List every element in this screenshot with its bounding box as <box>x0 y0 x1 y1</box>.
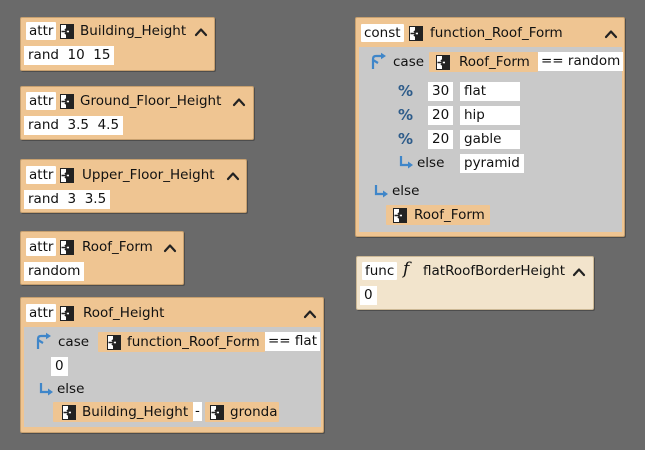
reference-icon <box>393 208 407 223</box>
case-block: case function_Roof_Form == flat 0 else B… <box>24 327 321 427</box>
reference-icon <box>107 335 121 350</box>
collapse-caret-icon[interactable] <box>232 96 246 108</box>
else-reference-name: Roof_Form <box>414 207 485 223</box>
reference-icon <box>60 240 74 255</box>
node-keyword: const <box>361 24 404 42</box>
case-arrow-icon <box>35 332 53 350</box>
node-name: Upper_Floor_Height <box>82 167 215 183</box>
case-block: case Roof_Form == random % 30 flat % 20 … <box>359 47 624 232</box>
collapse-caret-icon[interactable] <box>604 28 618 40</box>
node-upper-floor-height[interactable]: attr Upper_Floor_Height rand 3 3.5 <box>20 159 247 213</box>
else-reference[interactable]: Roof_Form <box>386 205 490 225</box>
else-reference-name: Building_Height <box>82 404 189 420</box>
case-reference[interactable]: Roof_Form <box>429 52 538 72</box>
case-label: case <box>393 54 425 70</box>
collapse-caret-icon[interactable] <box>194 26 208 38</box>
percent-icon: % <box>398 82 414 100</box>
reference-icon <box>60 168 74 183</box>
case-arrow-icon <box>370 52 388 70</box>
node-keyword: attr <box>26 92 57 110</box>
else-reference-2[interactable]: gronda <box>205 402 279 422</box>
node-value-field[interactable]: 0 <box>360 286 377 305</box>
node-value-field[interactable]: random <box>24 262 85 281</box>
percent-value-field[interactable]: 30 <box>428 82 454 101</box>
case-label: case <box>58 334 90 350</box>
node-roof-height[interactable]: attr Roof_Height case function_Roof_Form… <box>20 297 324 433</box>
else-label: else <box>57 381 85 397</box>
else-arrow-icon <box>38 382 54 398</box>
else-reference-name: gronda <box>230 404 278 420</box>
else-value-field[interactable]: pyramid <box>460 154 524 173</box>
else-arrow-icon <box>373 184 389 200</box>
node-name: flatRoofBorderHeight <box>423 263 566 279</box>
case-reference[interactable]: function_Roof_Form <box>98 332 265 352</box>
collapse-caret-icon[interactable] <box>226 170 240 182</box>
case-operator-field[interactable]: == random <box>538 52 624 71</box>
percent-icon: % <box>398 130 414 148</box>
node-keyword: func <box>362 262 398 280</box>
case-reference-name: function_Roof_Form <box>127 334 260 350</box>
reference-icon <box>436 55 450 70</box>
node-name: Building_Height <box>80 23 187 39</box>
node-name: Roof_Height <box>83 305 165 321</box>
case-operator-field[interactable]: == flat <box>265 332 320 351</box>
function-icon: f <box>403 259 410 279</box>
collapse-caret-icon[interactable] <box>303 308 317 320</box>
node-keyword: attr <box>26 166 57 184</box>
reference-icon <box>60 306 74 321</box>
option-value-field[interactable]: hip <box>460 106 520 125</box>
option-value-field[interactable]: gable <box>460 130 520 149</box>
else-arrow-icon <box>398 155 414 171</box>
node-keyword: attr <box>26 238 57 256</box>
node-name: Ground_Floor_Height <box>80 93 222 109</box>
node-value-field[interactable]: rand 3 3.5 <box>24 190 111 209</box>
else-reference[interactable]: Building_Height <box>53 402 193 422</box>
node-roof-form[interactable]: attr Roof_Form random <box>20 231 184 285</box>
percent-icon: % <box>398 106 414 124</box>
percent-value-field[interactable]: 20 <box>428 106 454 125</box>
node-building-height[interactable]: attr Building_Height rand 10 15 <box>20 17 215 71</box>
else-label: else <box>392 183 420 199</box>
case-reference-name: Roof_Form <box>459 54 530 70</box>
percent-value-field[interactable]: 20 <box>428 130 454 149</box>
node-keyword: attr <box>26 22 57 40</box>
reference-icon <box>409 26 423 41</box>
node-name: function_Roof_Form <box>430 25 563 41</box>
node-flat-roof-border-height[interactable]: func f flatRoofBorderHeight 0 <box>356 256 594 310</box>
reference-icon <box>60 24 74 39</box>
reference-icon <box>60 94 74 109</box>
node-ground-floor-height[interactable]: attr Ground_Floor_Height rand 3.5 4.5 <box>20 86 254 140</box>
node-value-field[interactable]: rand 3.5 4.5 <box>24 116 124 135</box>
collapse-caret-icon[interactable] <box>572 266 586 278</box>
case-value-field[interactable]: 0 <box>51 357 68 376</box>
option-value-field[interactable]: flat <box>460 82 520 101</box>
node-name: Roof_Form <box>82 239 153 255</box>
reference-icon <box>210 405 224 420</box>
else-operator-field[interactable]: - <box>193 402 202 421</box>
node-keyword: attr <box>26 304 57 322</box>
node-function-roof-form[interactable]: const function_Roof_Form case Roof_Form … <box>355 17 625 237</box>
reference-icon <box>62 405 76 420</box>
node-value-field[interactable]: rand 10 15 <box>24 46 115 65</box>
else-label: else <box>417 155 445 171</box>
collapse-caret-icon[interactable] <box>163 242 177 254</box>
